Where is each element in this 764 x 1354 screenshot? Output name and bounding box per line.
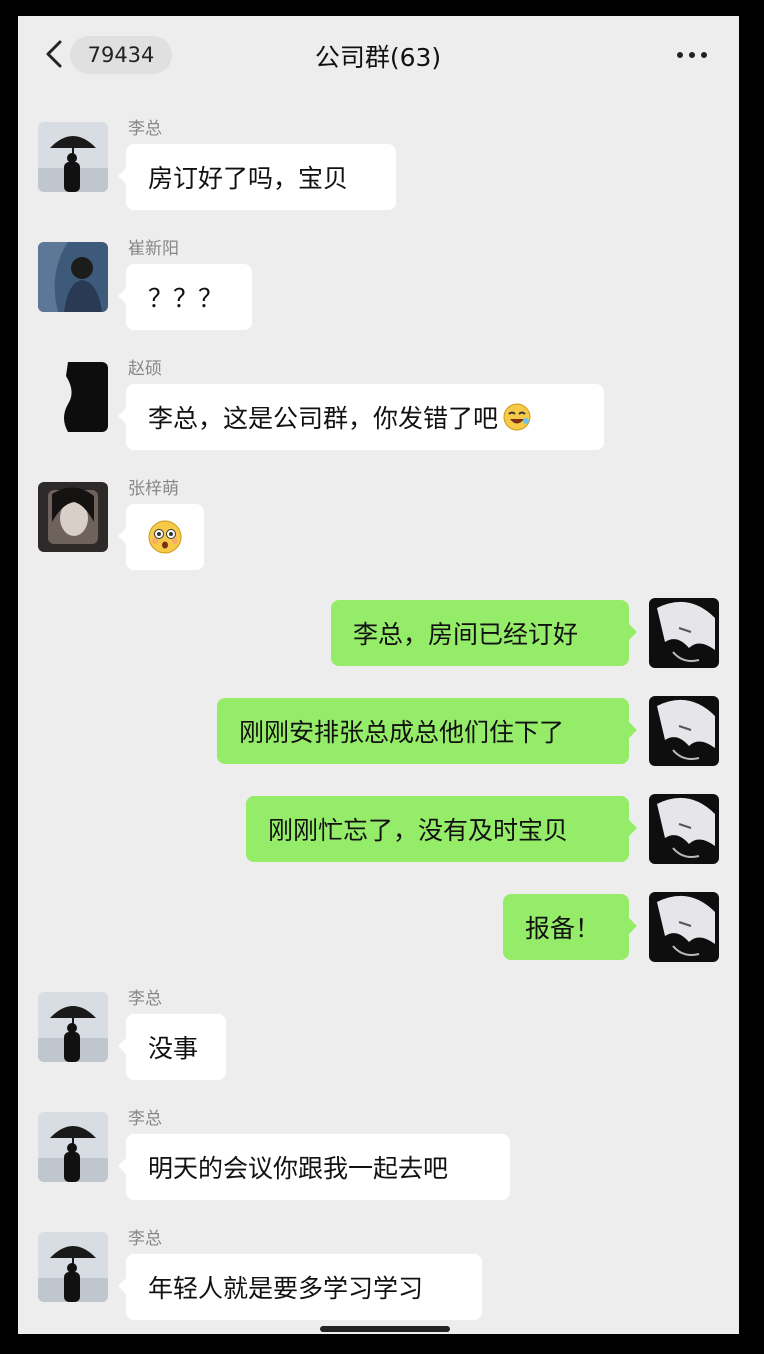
person-avatar-icon[interactable]: [38, 242, 108, 312]
sender-name: 李总: [128, 1109, 162, 1129]
message-bubble[interactable]: ？？？: [118, 264, 252, 330]
page-title: 公司群(63): [314, 43, 442, 72]
message-bubble[interactable]: 李总，这是公司群，你发错了吧: [118, 384, 604, 450]
message-text: 李总，这是公司群，你发错了吧: [148, 404, 499, 433]
chat-screen: 79434 公司群(63) 李总 房订好了吗，宝贝 崔新阳 ？？？ 赵硕 李总，…: [18, 16, 739, 1334]
anime-avatar-icon[interactable]: [649, 598, 719, 668]
back-chevron-icon[interactable]: [42, 36, 66, 72]
message-bubble[interactable]: 房订好了吗，宝贝: [118, 144, 396, 210]
sender-name: 崔新阳: [128, 239, 179, 259]
sender-name: 赵硕: [128, 359, 162, 379]
girl-avatar-icon[interactable]: [38, 482, 108, 552]
message-bubble[interactable]: 没事: [118, 1014, 226, 1080]
anime-avatar-icon[interactable]: [649, 892, 719, 962]
message-bubble[interactable]: 李总，房间已经订好: [331, 600, 637, 666]
message-bubble[interactable]: 刚刚忙忘了，没有及时宝贝: [246, 796, 637, 862]
sender-name: 张梓萌: [128, 479, 179, 499]
more-options-icon[interactable]: [674, 40, 710, 70]
sender-name: 李总: [128, 989, 162, 1009]
umbrella-avatar-icon[interactable]: [38, 992, 108, 1062]
sender-name: 李总: [128, 119, 162, 139]
sender-name: 李总: [128, 1229, 162, 1249]
umbrella-avatar-icon[interactable]: [38, 122, 108, 192]
home-indicator[interactable]: [320, 1326, 450, 1332]
message-bubble[interactable]: [118, 504, 204, 570]
message-bubble[interactable]: 明天的会议你跟我一起去吧: [118, 1134, 510, 1200]
anime-avatar-icon[interactable]: [649, 794, 719, 864]
umbrella-avatar-icon[interactable]: [38, 1232, 108, 1302]
message-bubble[interactable]: 报备！: [503, 894, 637, 960]
chat-header: 79434 公司群(63): [18, 16, 739, 96]
astonished-emoji-icon: [148, 520, 182, 554]
silhouette-avatar-icon[interactable]: [38, 362, 108, 432]
anime-avatar-icon[interactable]: [649, 696, 719, 766]
unread-count-badge[interactable]: 79434: [70, 36, 172, 74]
umbrella-avatar-icon[interactable]: [38, 1112, 108, 1182]
message-bubble[interactable]: 刚刚安排张总成总他们住下了: [217, 698, 637, 764]
message-bubble[interactable]: 年轻人就是要多学习学习: [118, 1254, 482, 1320]
laughing-emoji-icon: [503, 403, 531, 431]
